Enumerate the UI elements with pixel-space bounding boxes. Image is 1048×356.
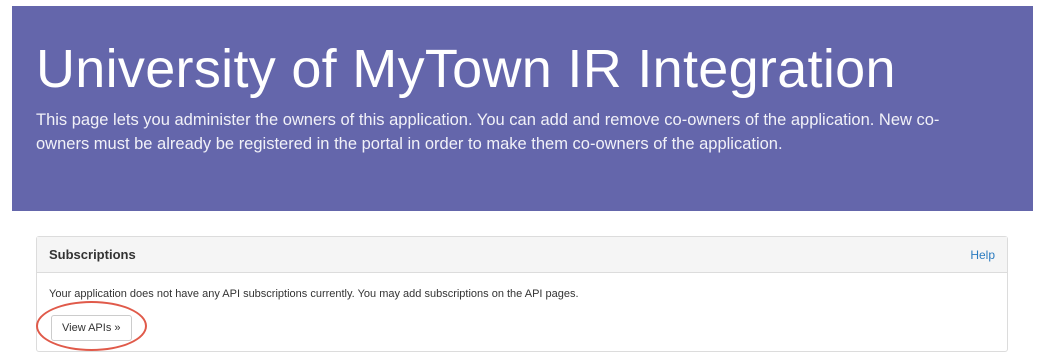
hero-banner: University of MyTown IR Integration This…: [12, 6, 1033, 211]
view-apis-button[interactable]: View APIs »: [51, 315, 132, 341]
page-title: University of MyTown IR Integration: [36, 39, 896, 99]
no-subscriptions-message: Your application does not have any API s…: [49, 288, 579, 300]
subscriptions-panel-heading: Subscriptions Help: [37, 237, 1007, 273]
subscriptions-panel-title: Subscriptions: [49, 247, 136, 262]
help-link[interactable]: Help: [970, 248, 995, 262]
subscriptions-panel-body: Your application does not have any API s…: [36, 273, 1007, 351]
subscriptions-panel: Subscriptions Help Your application does…: [36, 236, 1008, 352]
view-apis-button-wrapper: View APIs »: [36, 301, 147, 351]
page: University of MyTown IR Integration This…: [0, 0, 1048, 356]
page-description: This page lets you administer the owners…: [36, 111, 940, 153]
